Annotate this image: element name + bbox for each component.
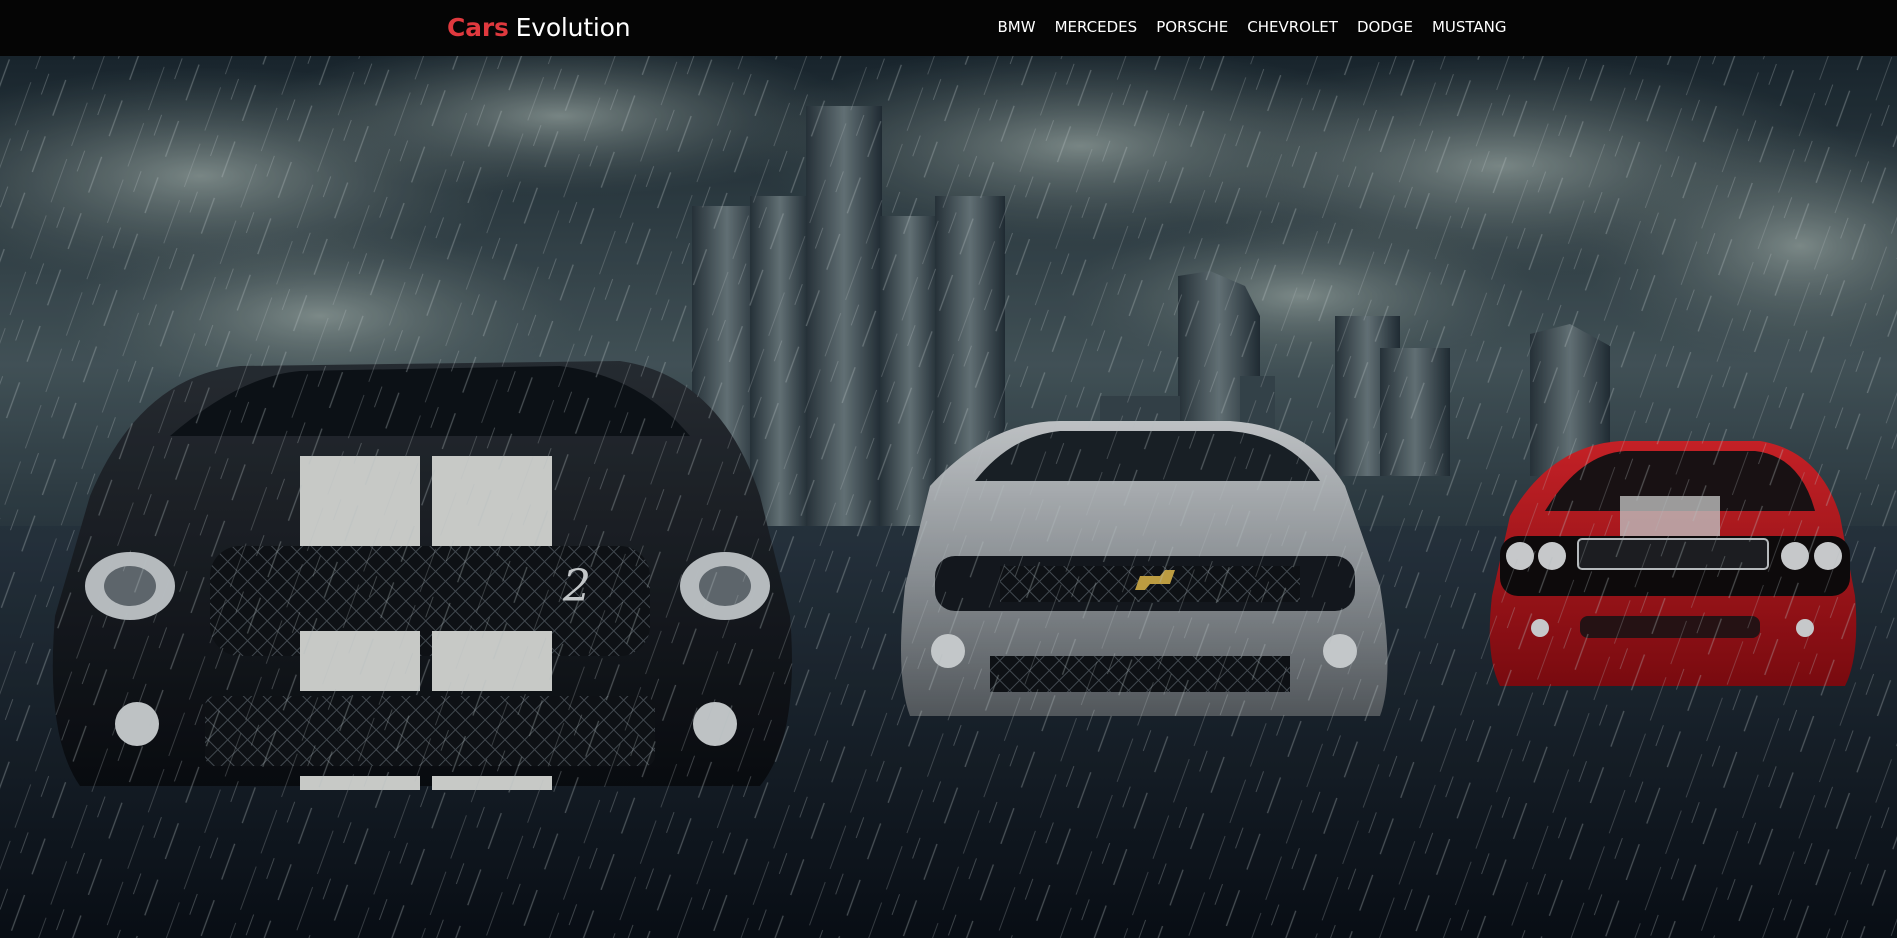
nav-item-porsche[interactable]: PORSCHE — [1147, 17, 1238, 37]
brand-rest-text: Evolution — [515, 13, 631, 42]
nav-item-bmw[interactable]: BMW — [988, 17, 1045, 37]
top-navbar: Cars Evolution BMW MERCEDES PORSCHE CHEVR… — [0, 0, 1897, 56]
brand-accent-text: Cars — [447, 13, 509, 42]
hero-banner-image: 2 — [0, 56, 1897, 938]
main-nav: BMW MERCEDES PORSCHE CHEVROLET DODGE MUS… — [988, 17, 1516, 37]
hero-scene-illustration: 2 — [0, 56, 1897, 938]
nav-item-mercedes[interactable]: MERCEDES — [1045, 17, 1147, 37]
brand-logo[interactable]: Cars Evolution — [447, 12, 631, 44]
nav-item-mustang[interactable]: MUSTANG — [1422, 17, 1516, 37]
nav-item-dodge[interactable]: DODGE — [1347, 17, 1422, 37]
nav-item-chevrolet[interactable]: CHEVROLET — [1238, 17, 1348, 37]
